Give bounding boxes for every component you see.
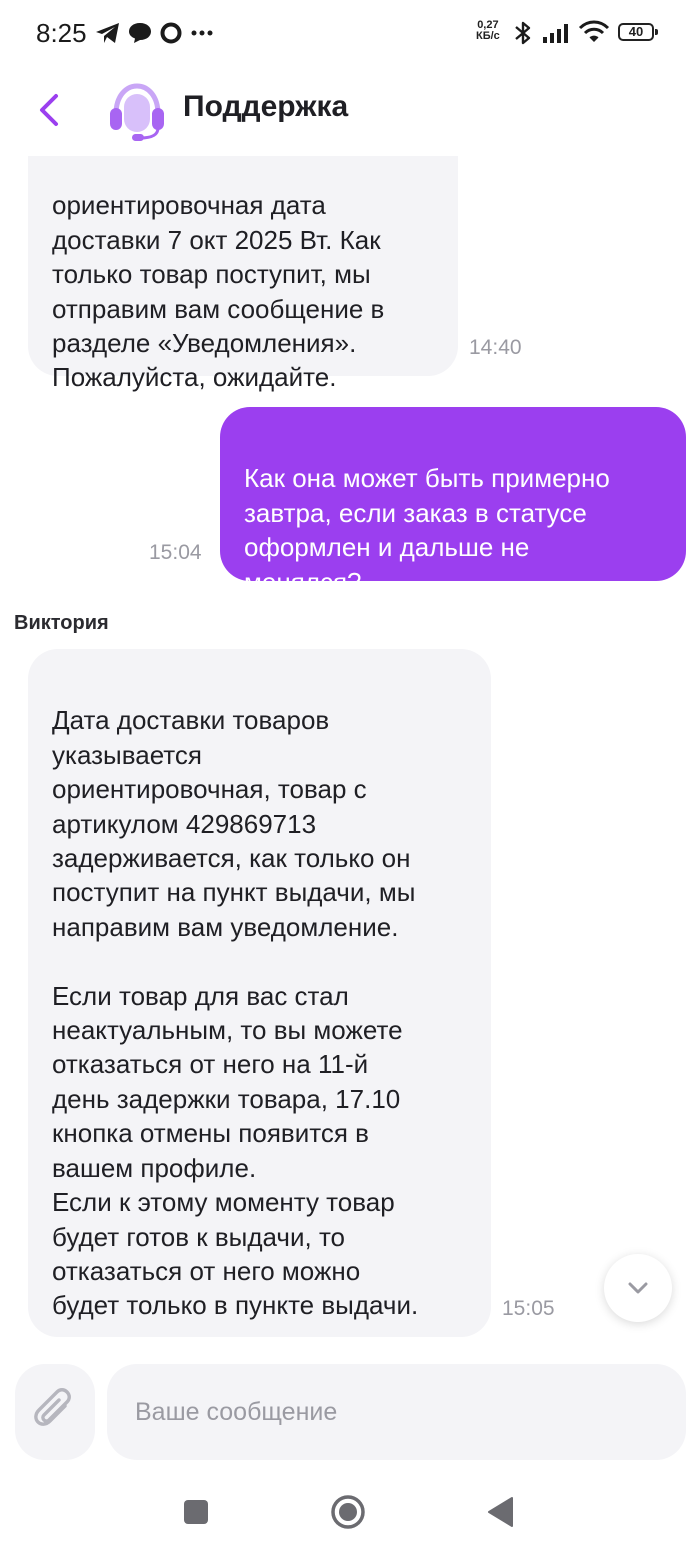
messages-icon	[129, 23, 151, 43]
message-input[interactable]	[107, 1364, 686, 1460]
message-bubble-outgoing: Как она может быть примерно завтра, если…	[220, 407, 686, 597]
sender-name: Виктория	[14, 612, 109, 634]
attach-button[interactable]	[15, 1364, 95, 1460]
message-time: 15:04	[149, 541, 202, 564]
signal-icon	[543, 24, 568, 43]
message-bubble-incoming: Дата доставки товаров указывается ориент…	[28, 649, 491, 1337]
circle-icon	[160, 22, 182, 44]
message-time: 14:40	[469, 336, 522, 359]
chat-header: Поддержка	[0, 66, 700, 156]
chevron-down-icon	[628, 1282, 648, 1294]
headset-icon	[110, 83, 164, 141]
message-time: 15:05	[502, 1297, 555, 1320]
page-title: Поддержка	[183, 90, 349, 123]
chevron-left-icon	[40, 94, 58, 126]
message-text: ориентировочная дата доставки 7 окт 2025…	[52, 190, 385, 393]
network-speed-unit: КБ/с	[476, 30, 500, 42]
paperclip-icon	[34, 1388, 71, 1426]
telegram-icon	[96, 23, 119, 43]
back-triangle-icon[interactable]	[486, 1496, 514, 1528]
network-speed: 0,27 КБ/с	[476, 20, 500, 42]
more-dots-icon	[191, 30, 213, 36]
home-circle-icon[interactable]	[330, 1494, 366, 1530]
bluetooth-icon	[515, 21, 531, 45]
status-bar: 8:25 0,27 КБ/с 40	[0, 0, 700, 66]
scroll-down-button[interactable]	[604, 1254, 672, 1322]
back-button[interactable]	[30, 86, 70, 134]
status-time: 8:25	[36, 18, 87, 48]
message-text: Дата доставки товаров указывается ориент…	[52, 705, 419, 1321]
message-text: Как она может быть примерно завтра, если…	[244, 463, 610, 597]
recents-square-icon[interactable]	[182, 1498, 210, 1526]
wifi-icon	[578, 20, 610, 42]
battery-icon: 40	[618, 23, 658, 41]
system-nav-bar	[0, 1470, 700, 1556]
